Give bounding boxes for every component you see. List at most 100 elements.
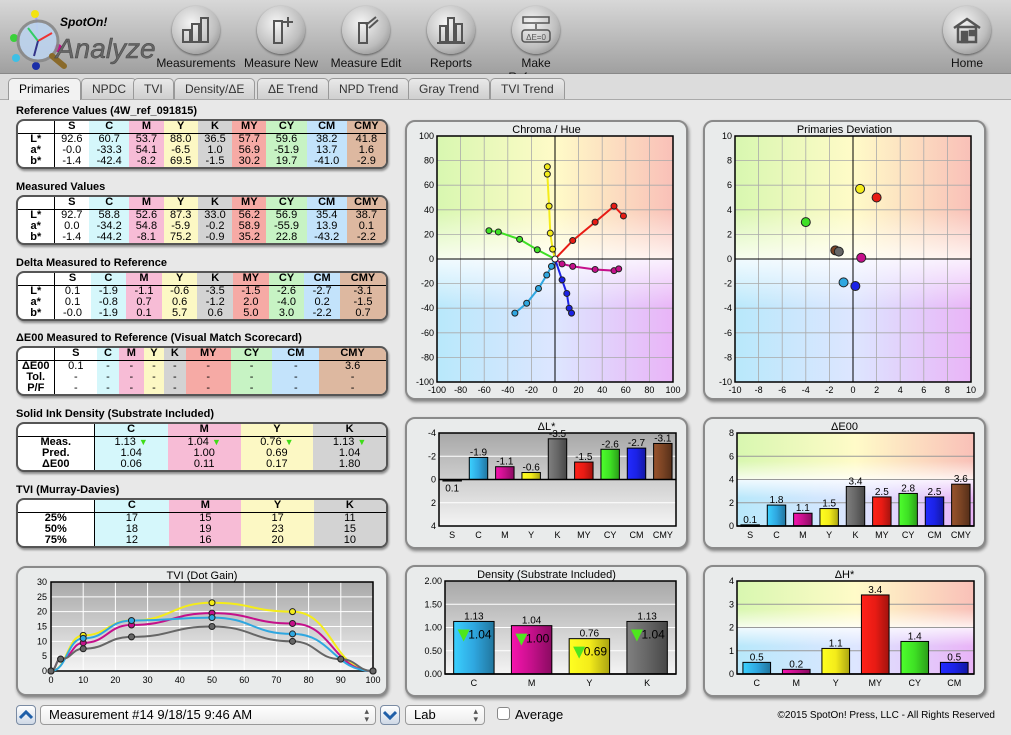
x-tick-label: -60 [478,385,491,395]
home-button[interactable]: Home [924,6,1010,70]
table-row: ΔE00 0.06 0.11 0.17 1.80 [18,458,386,470]
tab-tvi-trend[interactable]: TVI Trend [490,78,565,99]
solid-ink-density-title: Solid Ink Density (Substrate Included) [16,408,215,420]
density-chart-panel: Density (Substrate Included) 0.00 0.50 1.0… [405,565,688,697]
table-cell: -0.8 [90,296,127,308]
measurement-select[interactable]: Measurement #14 9/18/15 9:46 AM ▴ ▾ [40,705,376,725]
x-tick-label: CMY [653,530,673,540]
table-row: Meas. 1.13 ▼ 1.04 ▼ 0.76 ▼ 1.13 ▼ [18,436,386,448]
measurements-button[interactable]: Measurements [153,6,239,70]
y-tick-label: 1 [729,646,734,656]
y-tick-label: 2 [727,229,732,239]
make-reference-button[interactable]: ΔE=0 Make Reference [493,6,579,84]
measure-new-button[interactable]: Measure New [238,6,324,70]
bar-MY [872,496,892,527]
data-point-K [79,645,87,653]
tab-density-de[interactable]: Density/ΔE [174,78,256,99]
corner-cell [18,500,95,513]
table-row: a* 0.0 -34.2 54.8 -5.9 -0.2 58.9 -55.9 13.9 0.1 [18,220,386,232]
table-row: Pred. 1.04 1.00 0.69 1.04 [18,447,386,459]
y-tick-label: 80 [424,156,434,166]
table-cell: 0.17 [240,458,314,470]
x-tick-label: 40 [597,385,607,395]
x-tick-label: Y [528,530,534,540]
x-tick-label: 90 [336,675,346,685]
previous-measurement-button[interactable] [16,705,36,725]
x-tick-label: C [471,678,478,688]
data-point-Y [208,599,216,607]
column-header: K [313,500,386,513]
data-point-M [615,265,623,273]
row-label: P/F [18,382,55,394]
average-label: Average [515,707,564,722]
data-label: 1.04 [522,616,542,627]
y-tick-label: 0.00 [424,669,442,679]
colorspace-select[interactable]: Lab ▴ ▾ [405,705,485,725]
x-tick-label: CY [902,530,915,540]
tab-gray-trend[interactable]: Gray Trend [408,78,491,99]
reports-button[interactable]: Reports [408,6,494,70]
data-point-Y [855,183,866,194]
table-cell: 13.9 [306,220,347,232]
column-header: CMY [346,197,386,210]
table-cell: 75.2 [163,231,198,243]
measure-edit-button[interactable]: Measure Edit [323,6,409,70]
bar-CM [924,496,945,527]
table-cell: 19.7 [266,155,307,167]
table-cell: -8.1 [129,231,164,243]
bar-rect-MY [574,461,594,480]
y-tick-label: 2.00 [424,576,442,586]
column-header: C [94,500,170,513]
bar-rect-C [742,661,772,675]
table-cell: - [163,382,186,394]
x-tick-label: 4 [898,385,903,395]
scorecard-title: ΔE00 Measured to Reference (Visual Match… [16,332,302,344]
y-tick-label: 6 [727,180,732,190]
y-tick-label: 2 [431,498,436,508]
table-row: Tol. - - - - - - - - - [18,371,386,383]
tab-de-trend[interactable]: ΔE Trend [257,78,330,99]
bar-rect-MY [872,496,892,527]
y-tick-label: 15 [37,622,47,632]
table-cell: - [185,360,231,372]
table-cell: - [272,371,320,383]
table-cell: -43.2 [306,231,347,243]
tab-primaries[interactable]: Primaries [8,78,81,100]
select-updown-icon: ▴ ▾ [473,706,478,724]
column-header: CY [266,197,307,210]
table-cell: - [97,382,119,394]
toolbar: SpotOn! Analyze Measurements Measure New… [0,0,1011,84]
row-label: a* [18,144,55,156]
table-cell: - [97,371,119,383]
y-tick-label: -40 [421,303,434,313]
column-header: CY [230,348,273,361]
table-cell: -2.7 [304,285,340,297]
average-checkbox[interactable] [497,707,510,720]
column-header: CM [272,348,320,361]
bar-Y [821,647,851,675]
y-tick-label: 100 [419,131,434,141]
tab-tvi[interactable]: TVI [133,78,174,99]
table-cell: 36.5 [197,133,233,145]
tvi-table: C M Y K 25% 17 15 17 11 50% 18 19 23 15 75% 12 16 20 10 [16,498,388,548]
tab-npd-trend[interactable]: NPD Trend [328,78,410,99]
column-header: S [54,348,98,361]
table-cell: - [185,382,231,394]
table-cell: 10 [313,534,386,546]
x-tick-label: K [554,530,560,540]
table-cell: 38.7 [346,209,386,221]
measurements-icon [182,17,209,43]
column-header: M [129,197,164,210]
data-label: 0.76 [580,629,600,640]
delta-e00-panel: ΔE00 0 2 4 6 8 0.1 S 1.8 C 1.1 M 1.5 Y 3.4 K 2.5 MY 2.8 CY… [703,417,986,549]
tab-npdc[interactable]: NPDC [81,78,138,99]
delta-h-panel: ΔH* 0 1 2 3 4 0.5 C 0.2 M 1.1 Y 3.4 MY 1.4 CY 0.5 CM [703,565,986,697]
bar-M [495,466,515,481]
column-header: S [54,121,90,134]
next-measurement-button[interactable] [380,705,400,725]
data-label: -2.7 [628,438,646,449]
column-header: C [89,197,130,210]
column-header: Y [240,424,314,437]
data-label: -0.6 [523,463,541,474]
table-cell: 17 [94,512,170,524]
